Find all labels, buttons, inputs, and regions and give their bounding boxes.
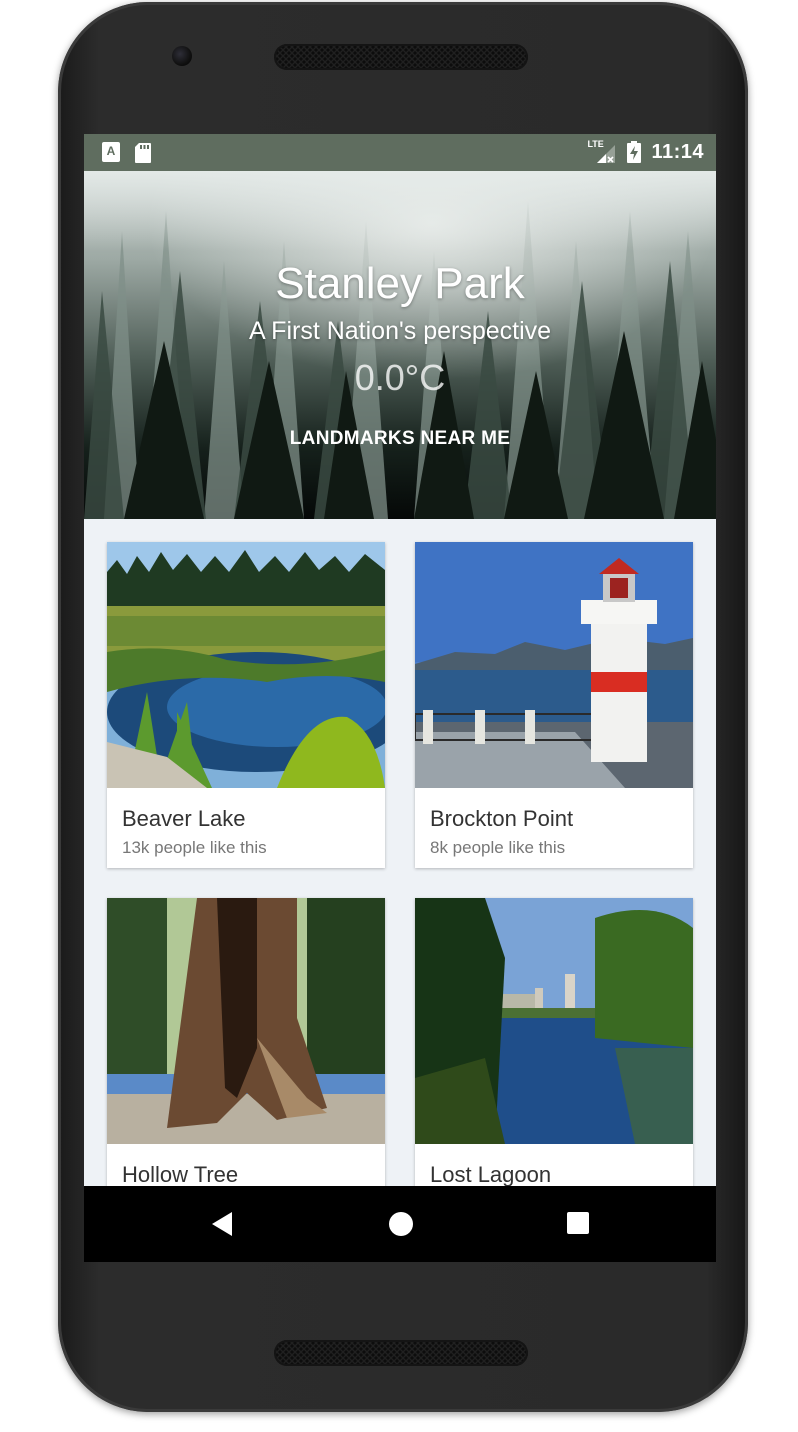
lte-signal-icon: LTE: [587, 139, 617, 165]
back-icon[interactable]: [210, 1210, 234, 1238]
battery-charging-icon: [627, 141, 642, 163]
top-speaker-grille: [274, 44, 528, 70]
hero-banner: Stanley Park A First Nation's perspectiv…: [84, 171, 716, 519]
landmarks-near-me-button[interactable]: LANDMARKS NEAR ME: [270, 419, 530, 459]
navigation-bar: [84, 1186, 716, 1262]
lost-lagoon-photo: [415, 898, 693, 1144]
landmark-card-brockton-point[interactable]: Brockton Point 8k people like this: [415, 542, 693, 868]
brockton-point-photo: [415, 542, 693, 788]
landmark-name: Hollow Tree: [122, 1162, 239, 1187]
a-icon: A: [102, 142, 120, 162]
hero-subtitle: A First Nation's perspective: [248, 317, 552, 345]
sd-card-icon: [135, 143, 151, 163]
landmark-name: Lost Lagoon: [430, 1162, 552, 1187]
hollow-tree-photo: [107, 898, 385, 1144]
bottom-speaker-grille: [274, 1340, 528, 1366]
home-icon[interactable]: [387, 1210, 415, 1238]
landmark-card-lost-lagoon[interactable]: Lost Lagoon: [415, 898, 693, 1224]
beaver-lake-photo: [107, 542, 385, 788]
status-time: 11:14: [651, 140, 704, 163]
landmark-card-hollow-tree[interactable]: Hollow Tree: [107, 898, 385, 1224]
hero-title: Stanley Park: [275, 259, 525, 308]
landmark-name: Beaver Lake: [122, 806, 246, 831]
recents-icon[interactable]: [566, 1210, 590, 1236]
landmark-likes: 8k people like this: [430, 838, 566, 857]
landmark-likes: 13k people like this: [122, 838, 267, 857]
temperature-readout: 0.0°C: [354, 357, 446, 398]
landmark-name: Brockton Point: [430, 806, 574, 831]
app-screen: A LTE 11:14 Stanley Park A First Nation'…: [84, 134, 716, 1262]
front-camera: [172, 46, 192, 66]
landmark-card-beaver-lake[interactable]: Beaver Lake 13k people like this: [107, 542, 385, 868]
status-bar: A LTE 11:14: [84, 134, 716, 171]
